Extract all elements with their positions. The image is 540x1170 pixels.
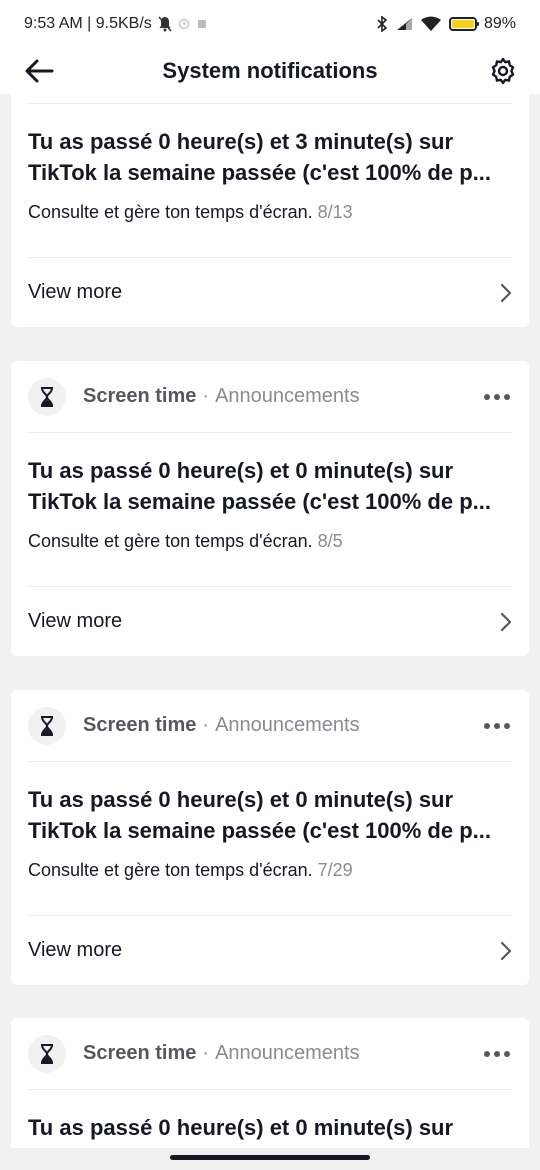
signal-icon [396,18,412,30]
chevron-right-icon [500,941,512,960]
mute-bell-icon [158,16,172,32]
separator-dot: · [202,385,210,407]
status-time-speed: 9:53 AM | 9.5KB/s [24,15,152,32]
notification-card: Screen time · Announcements Tu as passé … [11,1018,529,1148]
settings-button[interactable] [488,56,518,86]
ellipsis-icon [494,722,500,729]
hourglass-icon [41,1043,53,1064]
home-indicator[interactable] [170,1155,370,1160]
arrow-left-icon [25,59,54,83]
more-options-button[interactable] [482,714,512,738]
notification-body: Consulte et gère ton temps d'écran. 7/29 [28,846,512,882]
card-divider [28,94,512,104]
card-header: Screen time · Announcements [28,361,512,433]
page-title: System notifications [162,58,378,83]
view-more-link[interactable]: View more [28,586,512,656]
card-header: Screen time · Announcements [28,690,512,762]
chevron-right-icon [500,612,512,631]
ellipsis-icon [494,1050,500,1057]
battery-icon [448,17,479,31]
notification-category: Announcements [215,714,360,736]
notification-text: Consulte et gère ton temps d'écran. [28,202,313,222]
notification-date: 8/5 [317,531,343,551]
view-more-link[interactable]: View more [28,915,512,985]
avatar [28,706,66,745]
status-left: 9:53 AM | 9.5KB/s [24,15,208,33]
bluetooth-icon [377,16,388,32]
notification-source: Screen time [83,385,197,407]
notification-date: 7/29 [317,860,353,880]
notification-title: Tu as passé 0 heure(s) et 0 minute(s) su… [28,1115,454,1140]
card-header: Screen time · Announcements [28,1018,512,1090]
notification-category: Announcements [215,1042,360,1064]
separator-dot: · [202,1042,210,1064]
notification-square-icon [197,20,206,28]
notification-card: Screen time · Announcements Tu as passé … [11,361,529,656]
status-right: 89% [376,15,516,33]
notification-card: Tu as passé 0 heure(s) et 3 minute(s) su… [11,94,529,327]
ellipsis-icon [504,722,510,729]
ellipsis-icon [484,1050,490,1057]
view-more-label: View more [28,610,123,632]
notification-text: Consulte et gère ton temps d'écran. [28,860,313,880]
ellipsis-icon [484,722,490,729]
notification-title: Tu as passé 0 heure(s) et 0 minute(s) su… [28,458,491,514]
view-more-label: View more [28,281,123,303]
notification-category: Announcements [215,385,360,407]
notifications-list[interactable]: Tu as passé 0 heure(s) et 3 minute(s) su… [0,94,540,1148]
wifi-icon [420,16,441,31]
ellipsis-icon [504,393,510,400]
notification-body: Consulte et gère ton temps d'écran. 8/5 [28,517,512,553]
notification-text: Consulte et gère ton temps d'écran. [28,531,313,551]
view-more-label: View more [28,939,123,961]
notification-source: Screen time [83,714,197,736]
notification-date: 8/13 [317,202,353,222]
more-options-button[interactable] [482,385,512,409]
header-bar: System notifications [0,48,540,94]
notification-source: Screen time [83,1042,197,1064]
view-more-link[interactable]: View more [28,257,512,327]
more-options-button[interactable] [482,1042,512,1066]
avatar [28,1034,66,1073]
hourglass-icon [41,386,53,407]
notification-title: Tu as passé 0 heure(s) et 3 minute(s) su… [28,129,491,185]
avatar [28,377,66,416]
gear-icon [491,57,515,85]
chevron-right-icon [500,283,512,302]
notification-body: Consulte et gère ton temps d'écran. 8/13 [28,188,512,224]
hourglass-icon [41,715,53,736]
status-bar: 9:53 AM | 9.5KB/s 89% [0,0,540,48]
ellipsis-icon [504,1050,510,1057]
ellipsis-icon [494,393,500,400]
clock-icon [178,18,189,30]
notification-title: Tu as passé 0 heure(s) et 0 minute(s) su… [28,787,491,843]
back-button[interactable] [22,56,56,86]
ellipsis-icon [484,393,490,400]
battery-level: 89% [483,15,516,32]
separator-dot: · [202,714,210,736]
notification-card: Screen time · Announcements Tu as passé … [11,690,529,985]
